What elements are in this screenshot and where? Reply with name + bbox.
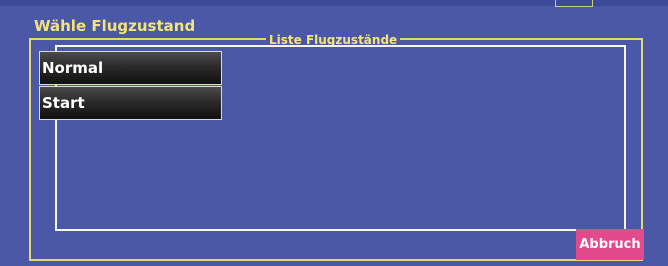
dialog-title: Wähle Flugzustand bbox=[34, 17, 196, 35]
top-tab bbox=[555, 0, 593, 7]
list-item-start[interactable]: Start bbox=[39, 86, 222, 120]
list-item-normal[interactable]: Normal bbox=[39, 51, 222, 85]
cancel-button[interactable]: Abbruch bbox=[576, 229, 644, 260]
